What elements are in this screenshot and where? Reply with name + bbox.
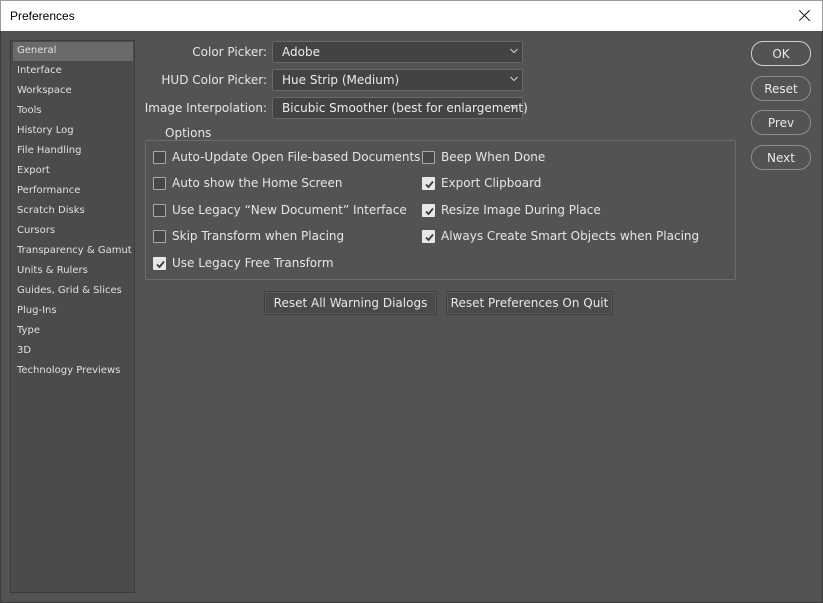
sidebar-item-cursors[interactable]: Cursors: [13, 222, 133, 241]
beep-when-done-checkbox[interactable]: [422, 151, 435, 164]
skip-transform-label: Skip Transform when Placing: [172, 229, 345, 243]
beep-when-done-label: Beep When Done: [441, 150, 546, 164]
prev-button[interactable]: Prev: [751, 110, 811, 135]
export-clipboard-label: Export Clipboard: [441, 176, 542, 190]
sidebar-item-history-log[interactable]: History Log: [13, 122, 133, 141]
chevron-down-icon: [510, 76, 518, 83]
sidebar-item-performance[interactable]: Performance: [13, 182, 133, 201]
image-interpolation-label: Image Interpolation:: [144, 101, 267, 115]
category-list: General Interface Workspace Tools Histor…: [10, 40, 135, 593]
sidebar-item-3d[interactable]: 3D: [13, 342, 133, 361]
legacy-new-document-label: Use Legacy “New Document” Interface: [172, 203, 407, 217]
auto-update-label: Auto-Update Open File-based Documents: [172, 150, 421, 164]
hud-color-picker-label: HUD Color Picker:: [161, 73, 267, 87]
auto-home-screen-label: Auto show the Home Screen: [172, 176, 343, 190]
sidebar-item-units-rulers[interactable]: Units & Rulers: [13, 262, 133, 281]
color-picker-value: Adobe: [282, 45, 320, 59]
sidebar-item-general[interactable]: General: [13, 42, 133, 61]
sidebar-item-tools[interactable]: Tools: [13, 102, 133, 121]
sidebar-item-workspace[interactable]: Workspace: [13, 82, 133, 101]
sidebar-item-technology-previews[interactable]: Technology Previews: [13, 362, 133, 381]
close-icon[interactable]: [794, 5, 816, 27]
checkmark-icon: [425, 180, 434, 189]
image-interpolation-value: Bicubic Smoother (best for enlargement): [282, 101, 528, 115]
skip-transform-checkbox[interactable]: [153, 230, 166, 243]
window-title: Preferences: [10, 9, 75, 23]
resize-image-during-place-label: Resize Image During Place: [441, 203, 601, 217]
sidebar-item-plug-ins[interactable]: Plug-Ins: [13, 302, 133, 321]
hud-color-picker-value: Hue Strip (Medium): [282, 73, 400, 87]
sidebar-item-export[interactable]: Export: [13, 162, 133, 181]
sidebar-item-file-handling[interactable]: File Handling: [13, 142, 133, 161]
smart-objects-label: Always Create Smart Objects when Placing: [441, 229, 700, 243]
resize-image-during-place-checkbox[interactable]: [422, 204, 435, 217]
title-bar: Preferences: [0, 0, 823, 31]
checkmark-icon: [156, 260, 165, 269]
chevron-down-icon: [510, 104, 518, 111]
sidebar-item-interface[interactable]: Interface: [13, 62, 133, 81]
auto-home-screen-checkbox[interactable]: [153, 177, 166, 190]
sidebar-item-transparency-gamut[interactable]: Transparency & Gamut: [13, 242, 133, 261]
next-button[interactable]: Next: [751, 145, 811, 170]
reset-button[interactable]: Reset: [751, 76, 811, 101]
reset-preferences-on-quit-button[interactable]: Reset Preferences On Quit: [446, 291, 613, 315]
legacy-free-transform-label: Use Legacy Free Transform: [172, 256, 334, 270]
image-interpolation-select[interactable]: Bicubic Smoother (best for enlargement): [272, 97, 528, 119]
ok-button[interactable]: OK: [751, 41, 811, 66]
legacy-free-transform-checkbox[interactable]: [153, 257, 166, 270]
checkmark-icon: [425, 233, 434, 242]
smart-objects-checkbox[interactable]: [422, 230, 435, 243]
legacy-new-document-checkbox[interactable]: [153, 204, 166, 217]
color-picker-label: Color Picker:: [192, 45, 267, 59]
color-picker-select[interactable]: Adobe: [272, 41, 523, 63]
options-group-title: Options: [159, 126, 218, 140]
reset-warning-dialogs-button[interactable]: Reset All Warning Dialogs: [264, 291, 437, 315]
checkmark-icon: [425, 207, 434, 216]
sidebar-item-scratch-disks[interactable]: Scratch Disks: [13, 202, 133, 221]
auto-update-checkbox[interactable]: [153, 151, 166, 164]
chevron-down-icon: [510, 48, 518, 55]
hud-color-picker-select[interactable]: Hue Strip (Medium): [272, 69, 523, 91]
sidebar-item-type[interactable]: Type: [13, 322, 133, 341]
sidebar-item-guides-grid-slices[interactable]: Guides, Grid & Slices: [13, 282, 133, 301]
export-clipboard-checkbox[interactable]: [422, 177, 435, 190]
